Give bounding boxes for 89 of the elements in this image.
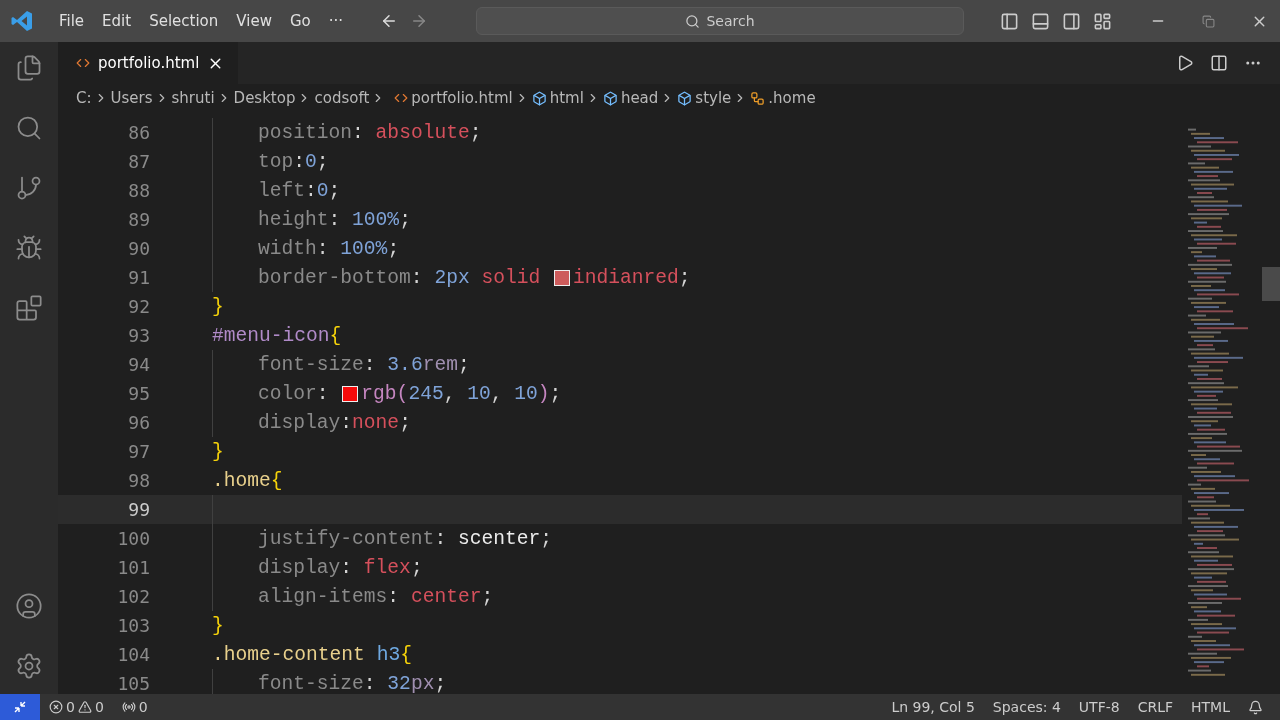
breadcrumb-item[interactable]: Users [110,89,153,107]
ports-button[interactable]: 0 [112,699,157,715]
status-item[interactable]: Spaces: 4 [983,699,1070,715]
code-icon [76,56,90,70]
code-text: font-size: 32px; [258,672,447,694]
line-number: 95 [127,383,151,404]
status-item[interactable]: UTF-8 [1069,699,1129,715]
line-number: 97 [127,441,151,462]
remote-icon [13,700,27,714]
color-swatch-icon[interactable] [342,385,359,402]
menu-item[interactable]: ··· [319,8,353,34]
code-text: .home{ [212,469,283,492]
menu-item[interactable]: View [227,8,281,34]
code-text: height: 100%; [258,208,411,231]
code-icon [394,91,409,105]
line-number: 91 [127,267,151,288]
code-text: display: flex; [258,556,423,579]
line-number: 100 [116,528,151,549]
menu-item[interactable]: Go [280,8,320,34]
breadcrumb-item[interactable]: style [695,89,732,107]
menu-item[interactable]: File [50,8,94,34]
search-icon [685,13,701,29]
line-number: 99 [127,499,151,520]
cube-icon [531,90,547,106]
tab-label: portfolio.html [98,54,200,72]
breadcrumb-item[interactable]: head [620,89,659,107]
line-number: 103 [116,615,151,636]
line-number: 96 [127,412,151,433]
status-item[interactable]: CRLF [1128,699,1183,715]
sidebar-toggle-icon[interactable] [1000,11,1019,31]
code-text: top:0; [258,150,329,173]
code-text: .home-content h3{ [212,643,412,666]
broadcast-icon [121,700,136,714]
code-text: display:none; [258,411,411,434]
cube-icon [677,90,693,106]
line-number: 90 [127,238,151,259]
line-number: 87 [127,151,151,172]
status-item[interactable]: HTML [1182,699,1239,715]
line-number: 92 [127,296,151,317]
error-icon [49,700,63,714]
search-field[interactable]: Search [476,7,965,35]
line-number: 98 [127,470,151,491]
panel-toggle-icon[interactable] [1031,11,1050,31]
status-item[interactable]: Ln 99, Col 5 [882,699,984,715]
code-text: font-size: 3.6rem; [258,353,470,376]
line-number: 102 [116,586,151,607]
breadcrumb-item[interactable]: C: [76,89,92,107]
breadcrumb-item[interactable]: codsoft [314,89,370,107]
code-text: } [212,295,224,318]
code-text: left:0; [258,179,341,202]
code-text: indianred; [573,266,691,289]
line-number: 101 [116,557,151,578]
breadcrumb-item[interactable]: Desktop [233,89,296,107]
code-text: width: 100%; [258,237,400,260]
breadcrumb-item[interactable]: shruti [171,89,215,107]
app-logo-icon [10,9,34,33]
code-text: justify-content: scenter; [258,527,552,550]
breadcrumb-item[interactable]: .home [768,89,816,107]
menu-item[interactable]: Selection [140,8,228,34]
code-text: } [212,614,224,637]
line-number: 89 [127,209,151,230]
secondary-sidebar-icon[interactable] [1062,11,1081,31]
scrollbar-thumb[interactable] [1262,267,1280,301]
code-text: #menu-icon{ [212,324,342,347]
code-text: align-items: center; [258,585,494,608]
line-number: 105 [116,673,151,694]
code-text: color: [258,382,330,405]
breadcrumb-item[interactable]: portfolio.html [411,89,513,107]
line-number: 94 [127,354,151,375]
warning-icon [77,700,92,714]
editor-tab[interactable]: portfolio.html [58,42,239,84]
color-swatch-icon[interactable] [554,269,570,286]
line-number: 88 [127,180,151,201]
layout-icon[interactable] [1093,11,1112,31]
breadcrumb-item[interactable]: html [549,89,584,107]
code-text: position: absolute; [258,121,482,144]
code-text: rgb(245, 10, 10); [361,382,562,405]
run-icon[interactable] [1176,54,1194,72]
code-text: } [212,440,224,463]
remote-button[interactable] [0,694,40,720]
selector-icon [750,90,766,106]
problems-button[interactable]: 0 0 [40,699,113,715]
line-number: 104 [116,644,151,665]
code-text: border-bottom: 2px solid [258,266,542,289]
line-number: 93 [127,325,151,346]
line-number: 86 [127,122,151,143]
cube-icon [602,90,618,106]
menu-item[interactable]: Edit [93,8,141,34]
split-editor-icon[interactable] [1210,54,1228,72]
